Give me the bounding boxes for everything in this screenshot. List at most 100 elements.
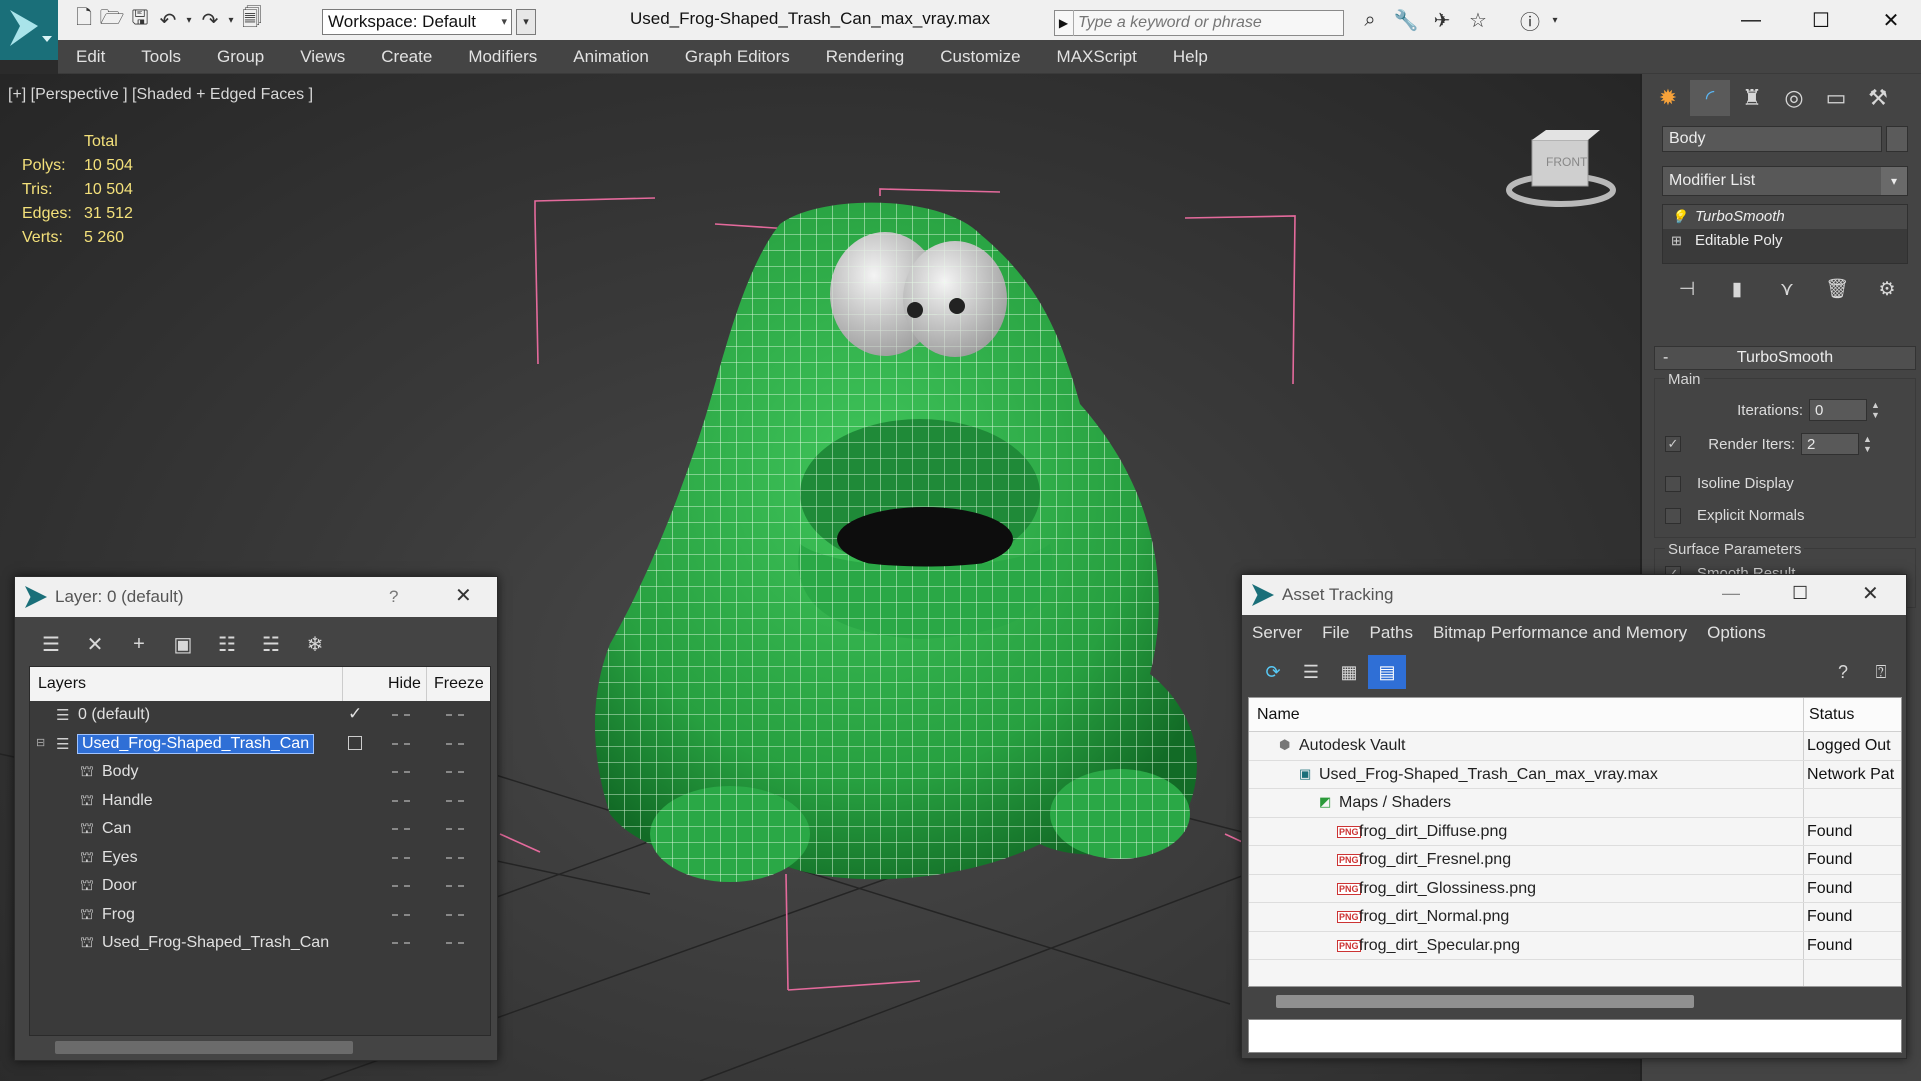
asset-row[interactable]: PNG frog_dirt_Diffuse.png Found <box>1249 818 1901 846</box>
select-objects-icon[interactable]: ▣ <box>161 629 205 659</box>
open-file-icon[interactable]: 🗁 <box>98 6 126 34</box>
menu-customize[interactable]: Customize <box>922 40 1038 74</box>
hide-toggle[interactable] <box>392 828 410 830</box>
create-layer-icon[interactable]: ☰ <box>29 629 73 659</box>
help-button[interactable]: ? <box>389 587 398 607</box>
freeze-toggle[interactable] <box>446 885 464 887</box>
object-name-field[interactable] <box>1662 126 1882 152</box>
layer-dialog-titlebar[interactable]: Layer: 0 (default) ? ✕ <box>15 577 497 617</box>
refresh-icon[interactable]: ⟳ <box>1254 655 1292 689</box>
close-button[interactable]: ✕ <box>1856 2 1921 38</box>
layer-object-row[interactable]: ⛫ Eyes <box>30 844 490 873</box>
utilities-tab-hammer-icon[interactable]: ⚒ <box>1858 80 1898 116</box>
hide-toggle[interactable] <box>392 742 410 745</box>
menu-paths[interactable]: Paths <box>1359 615 1422 651</box>
explicit-normals-checkbox[interactable] <box>1665 507 1681 524</box>
viewport-label[interactable]: [+] [Perspective ] [Shaded + Edged Faces… <box>8 86 313 104</box>
column-freeze[interactable]: Freeze <box>434 675 484 693</box>
make-unique-icon[interactable]: ⋎ <box>1762 272 1812 306</box>
new-file-icon[interactable]: 🗋 <box>70 6 98 34</box>
hide-toggle[interactable] <box>392 913 410 916</box>
search-expand-icon[interactable]: ▶ <box>1054 10 1074 36</box>
layer-row[interactable]: ☰ 0 (default) ✓ <box>30 701 490 730</box>
object-color-swatch[interactable] <box>1886 126 1908 152</box>
freeze-toggle[interactable] <box>446 856 464 859</box>
collapse-minus-icon[interactable]: ⊟ <box>36 736 45 749</box>
stack-item-editable-poly[interactable]: ⊞ Editable Poly <box>1663 229 1907 253</box>
thumbnail-view-icon[interactable]: ▦ <box>1330 655 1368 689</box>
layer-object-row[interactable]: ⛫ Frog <box>30 901 490 930</box>
modifier-list-dropdown[interactable]: Modifier List ▾ <box>1662 166 1908 196</box>
rollout-header[interactable]: - TurboSmooth <box>1654 346 1916 370</box>
favorites-star-icon[interactable]: ☆ <box>1460 6 1496 34</box>
hide-toggle[interactable] <box>392 771 410 773</box>
layer-object-row[interactable]: ⛫ Can <box>30 815 490 844</box>
menu-help[interactable]: Help <box>1155 40 1226 74</box>
hierarchy-tab-icon[interactable]: ♜ <box>1732 80 1772 116</box>
communication-icon[interactable]: ✈ <box>1424 6 1460 34</box>
highlight-layer-icon[interactable]: ☷ <box>205 629 249 659</box>
freeze-toggle[interactable] <box>446 942 464 944</box>
freeze-toggle[interactable] <box>446 799 464 802</box>
freeze-toggle[interactable] <box>446 828 464 830</box>
menu-edit[interactable]: Edit <box>58 40 123 74</box>
horizontal-scrollbar[interactable] <box>55 1041 353 1054</box>
hide-toggle[interactable] <box>392 885 410 887</box>
app-logo-icon[interactable] <box>0 0 58 60</box>
minimize-button[interactable]: — <box>1716 2 1786 38</box>
column-name[interactable]: Name <box>1257 706 1300 724</box>
create-tab-sun-icon[interactable]: ✹ <box>1648 80 1688 116</box>
help-dropdown-icon[interactable]: ▾ <box>1548 6 1562 34</box>
column-status[interactable]: Status <box>1809 706 1854 724</box>
menu-bitmap-performance[interactable]: Bitmap Performance and Memory <box>1423 615 1697 651</box>
display-tab-icon[interactable]: ▭ <box>1816 80 1856 116</box>
table-view-icon[interactable]: ▤ <box>1368 655 1406 689</box>
asset-dialog-titlebar[interactable]: Asset Tracking — ☐ ✕ <box>1242 575 1906 615</box>
menu-file[interactable]: File <box>1312 615 1359 651</box>
menu-animation[interactable]: Animation <box>555 40 667 74</box>
spinner-arrows-icon[interactable]: ▲ ▼ <box>1863 434 1872 454</box>
menu-options[interactable]: Options <box>1697 615 1776 651</box>
asset-path-field[interactable] <box>1248 1019 1902 1053</box>
close-icon[interactable]: ✕ <box>1862 581 1879 606</box>
asset-row[interactable]: PNG frog_dirt_Glossiness.png Found <box>1249 875 1901 903</box>
stack-item-turbosmooth[interactable]: 💡 TurboSmooth <box>1663 205 1907 229</box>
menu-modifiers[interactable]: Modifiers <box>450 40 555 74</box>
column-hide[interactable]: Hide <box>388 675 421 693</box>
search-input[interactable] <box>1078 12 1338 34</box>
hide-toggle[interactable] <box>392 799 410 802</box>
configure-modifier-sets-icon[interactable]: ⚙ <box>1862 272 1912 306</box>
column-layers[interactable]: Layers <box>38 675 86 693</box>
menu-views[interactable]: Views <box>282 40 363 74</box>
render-iters-spinner[interactable] <box>1801 433 1859 455</box>
menu-create[interactable]: Create <box>363 40 450 74</box>
help-icon[interactable]: ⓘ <box>1512 6 1548 34</box>
expand-plus-icon[interactable]: ⊞ <box>1671 229 1682 253</box>
show-end-result-icon[interactable]: ▮ <box>1712 272 1762 306</box>
lightbulb-icon[interactable]: 💡 <box>1671 205 1687 229</box>
redo-icon[interactable]: ↷ <box>196 6 224 34</box>
project-folder-icon[interactable]: 🗐 <box>238 6 266 34</box>
save-icon[interactable]: 🖫 <box>126 6 154 34</box>
motion-tab-icon[interactable]: ◎ <box>1774 80 1814 116</box>
freeze-toggle[interactable] <box>446 714 464 716</box>
menu-group[interactable]: Group <box>199 40 282 74</box>
layer-object-row[interactable]: ⛫ Handle <box>30 787 490 816</box>
menu-server[interactable]: Server <box>1242 615 1312 651</box>
freeze-toggle[interactable] <box>446 771 464 773</box>
help-icon[interactable]: ? <box>1824 655 1862 689</box>
close-icon[interactable]: ✕ <box>455 583 472 608</box>
active-layer-check-icon[interactable]: ✓ <box>348 704 362 724</box>
layer-row[interactable]: ⊟ ☰ Used_Frog-Shaped_Trash_Can <box>30 730 490 759</box>
tools-icon[interactable]: 🔧 <box>1388 6 1424 34</box>
spinner-arrows-icon[interactable]: ▲ ▼ <box>1871 400 1880 420</box>
pin-stack-icon[interactable]: ⊣ <box>1662 272 1712 306</box>
modify-tab-icon[interactable]: ◜ <box>1690 80 1730 116</box>
iterations-spinner[interactable] <box>1809 399 1867 421</box>
workspace-menu-button[interactable]: ▾ <box>516 9 536 35</box>
layer-object-row[interactable]: ⛫ Body <box>30 758 490 787</box>
asset-row[interactable]: ⬢ Autodesk Vault Logged Out <box>1249 732 1901 761</box>
menu-tools[interactable]: Tools <box>123 40 199 74</box>
asset-row[interactable]: PNG frog_dirt_Specular.png Found <box>1249 932 1901 960</box>
freeze-layers-icon[interactable]: ❄ <box>293 629 337 659</box>
